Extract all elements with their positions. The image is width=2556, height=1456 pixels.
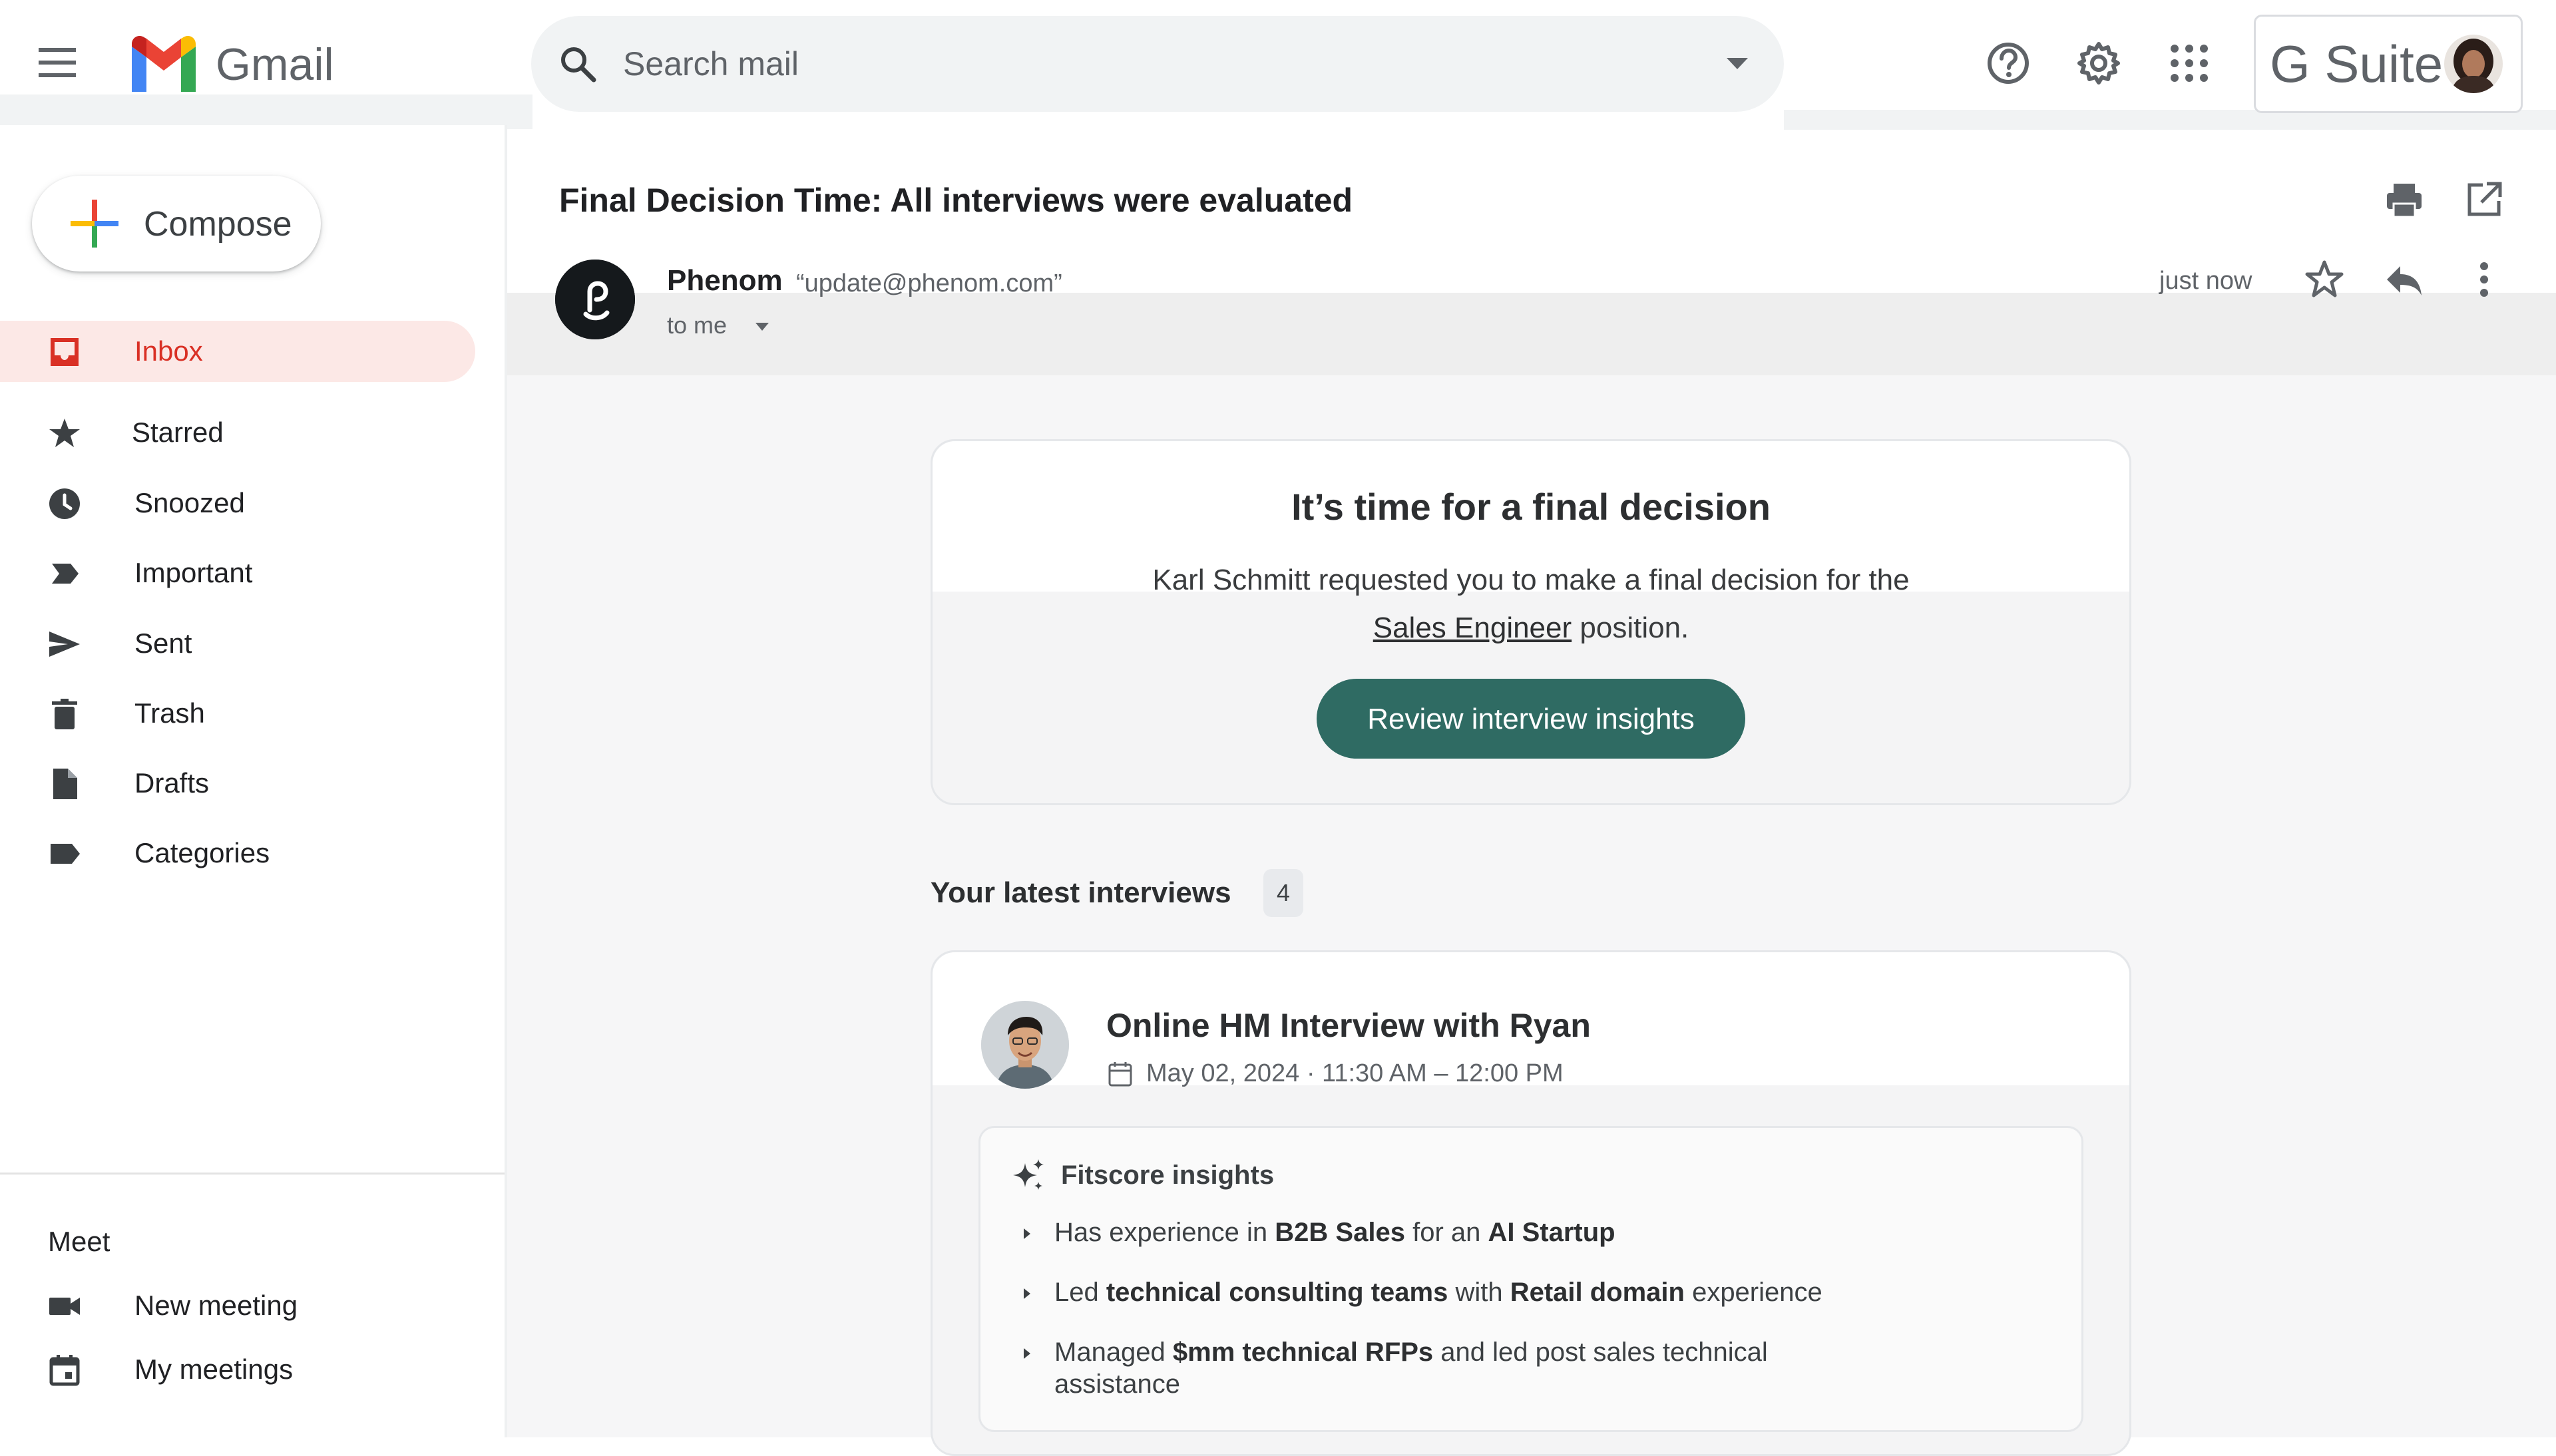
help-icon[interactable] — [1985, 40, 2031, 87]
review-interview-insights-button[interactable]: Review interview insights — [1317, 679, 1745, 759]
position-link[interactable]: Sales Engineer — [1373, 612, 1572, 644]
sidebar-item-inbox[interactable]: Inbox — [0, 321, 475, 382]
sidebar-item-categories[interactable]: Categories — [0, 822, 475, 884]
sidebar-item-label: Important — [134, 557, 253, 588]
clock-icon — [48, 487, 81, 520]
sparkle-icon — [1010, 1158, 1046, 1194]
bullet-arrow-icon — [1022, 1347, 1032, 1360]
fitscore-title: Fitscore insights — [1061, 1161, 1275, 1190]
important-icon — [48, 557, 81, 590]
sidebar-item-label: Drafts — [134, 767, 210, 799]
latest-interviews-title: Your latest interviews — [931, 876, 1231, 909]
top-bar-strip — [0, 94, 532, 129]
sidebar-item-drafts[interactable]: Drafts — [0, 753, 475, 814]
label-icon — [48, 837, 81, 870]
search-icon[interactable] — [558, 44, 598, 84]
interview-title: Online HM Interview with Ryan — [1106, 1007, 1591, 1044]
search-options-caret-icon[interactable] — [1725, 56, 1749, 72]
sidebar-item-label: New meeting — [134, 1290, 298, 1321]
email-time: just now — [2159, 267, 2252, 295]
interview-date: May 02, 2024 · 11:30 AM – 12:00 PM — [1146, 1059, 1564, 1087]
video-icon — [48, 1290, 81, 1323]
more-options-icon[interactable] — [2464, 260, 2504, 299]
latest-interviews-count-badge: 4 — [1263, 869, 1303, 917]
bullet-arrow-icon — [1022, 1227, 1032, 1240]
sidebar-item-label: Trash — [134, 697, 205, 729]
trash-icon — [48, 697, 81, 731]
decision-request-line: Karl Schmitt requested you to make a fin… — [1152, 564, 1910, 596]
recipient-label[interactable]: to me — [667, 310, 727, 341]
apps-grid-icon[interactable] — [2166, 40, 2213, 87]
search-input[interactable] — [623, 37, 1621, 91]
sender-avatar[interactable] — [555, 260, 635, 339]
decision-card-text: Karl Schmitt requested you to make a fin… — [931, 556, 2131, 652]
insight-item: Has experience in B2B Sales for an AI St… — [1054, 1218, 1615, 1247]
decision-position-line: Sales Engineer position. — [931, 604, 2131, 652]
position-suffix: position. — [1572, 612, 1689, 644]
send-icon — [48, 628, 81, 661]
gmail-logo-icon[interactable] — [126, 35, 201, 92]
sidebar-item-label: My meetings — [134, 1354, 294, 1385]
reply-icon[interactable] — [2384, 260, 2424, 299]
compose-plus-icon[interactable] — [69, 198, 120, 249]
sidebar-item-starred[interactable]: Starred — [0, 402, 475, 463]
open-in-new-window-icon[interactable] — [2464, 180, 2504, 220]
sender-email: “update@phenom.com” — [796, 270, 1062, 297]
sidebar-item-label: Sent — [134, 628, 192, 659]
draft-icon — [48, 767, 81, 801]
recipient-details-caret-icon[interactable] — [755, 322, 769, 331]
sidebar-item-my-meetings[interactable]: My meetings — [0, 1339, 475, 1400]
email-header-band — [507, 293, 2556, 375]
decision-card-title: It’s time for a final decision — [1291, 486, 1771, 528]
sidebar-item-new-meeting[interactable]: New meeting — [0, 1275, 475, 1336]
settings-gear-icon[interactable] — [2075, 40, 2122, 87]
sender-name: Phenom — [667, 264, 783, 297]
main-menu-icon[interactable] — [36, 44, 79, 81]
insight-item: Managed $mm technical RFPs and led post … — [1054, 1338, 1768, 1399]
email-subject: Final Decision Time: All interviews were… — [559, 182, 1353, 219]
meet-section-title: Meet — [48, 1226, 110, 1257]
sidebar-item-label: Inbox — [134, 335, 203, 367]
inbox-icon — [48, 335, 81, 369]
account-avatar[interactable] — [2444, 35, 2503, 93]
calendar-icon — [1108, 1061, 1133, 1087]
bullet-arrow-icon — [1022, 1287, 1032, 1300]
sidebar-divider — [0, 1173, 505, 1175]
sidebar-item-label: Snoozed — [134, 487, 245, 518]
sidebar-item-important[interactable]: Important — [0, 542, 475, 604]
sidebar-item-trash[interactable]: Trash — [0, 683, 475, 744]
compose-label: Compose — [144, 205, 292, 244]
insight-item: Led technical consulting teams with Reta… — [1054, 1278, 1822, 1307]
star-icon[interactable] — [2304, 260, 2344, 299]
sidebar-item-sent[interactable]: Sent — [0, 613, 475, 674]
sidebar-item-label: Starred — [132, 417, 224, 448]
sidebar-item-label: Categories — [134, 837, 270, 868]
interviewee-avatar — [981, 1001, 1069, 1089]
star-icon — [48, 417, 81, 450]
gmail-wordmark: Gmail — [216, 39, 334, 90]
calendar-icon — [48, 1354, 81, 1387]
sidebar-item-snoozed[interactable]: Snoozed — [0, 472, 475, 534]
gsuite-label: G Suite — [2270, 35, 2444, 93]
print-icon[interactable] — [2384, 180, 2424, 220]
